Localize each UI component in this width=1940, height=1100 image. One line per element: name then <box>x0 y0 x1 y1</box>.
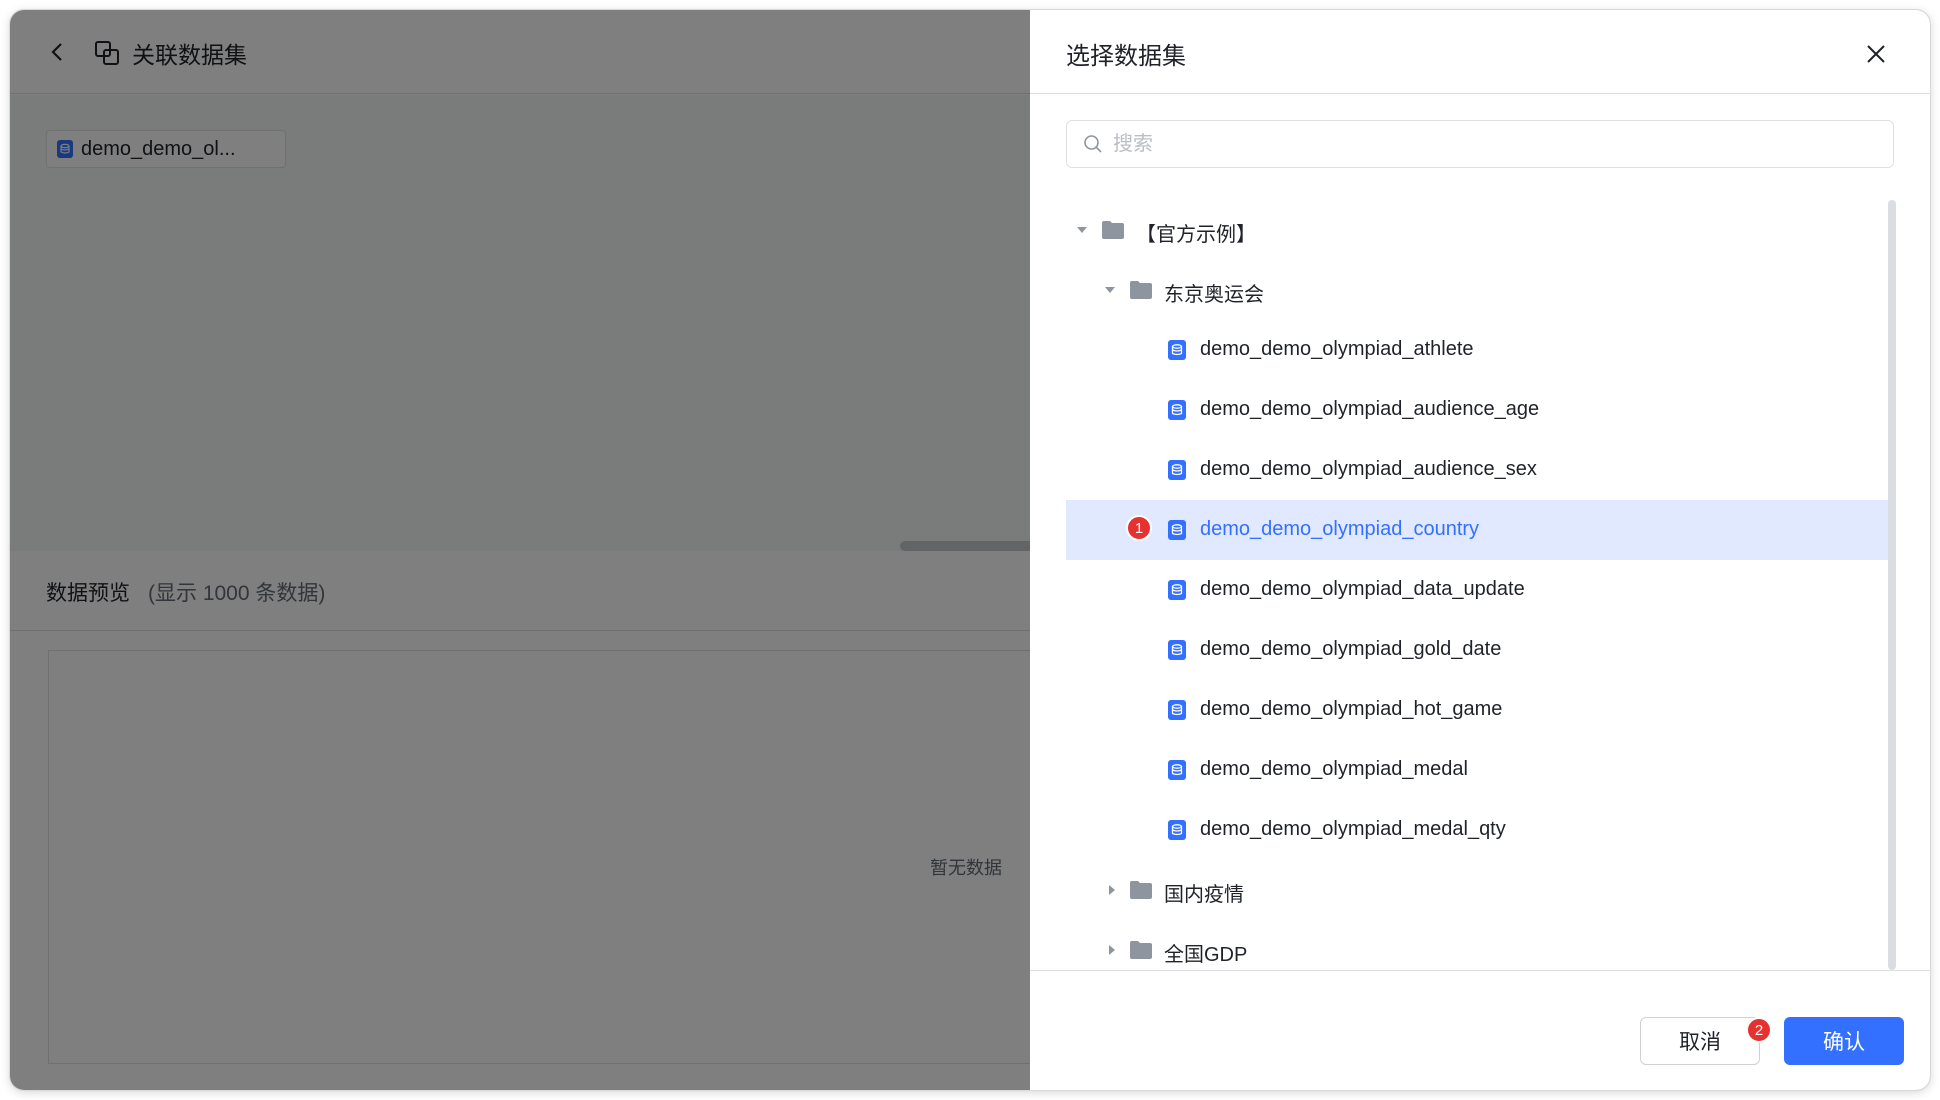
tree-vertical-scrollbar[interactable] <box>1888 200 1896 970</box>
tree-dataset-item-selected[interactable]: demo_demo_olympiad_country <box>1066 500 1888 560</box>
search-input[interactable] <box>1113 132 1873 156</box>
folder-label: 国内疫情 <box>1164 884 1244 906</box>
tree-dataset-item[interactable]: demo_demo_olympiad_data_update <box>1066 560 1888 620</box>
dataset-label: demo_demo_olympiad_medal_qty <box>1200 818 1506 840</box>
caret-down-icon[interactable] <box>1076 224 1088 236</box>
folder-label: 东京奥运会 <box>1164 284 1264 306</box>
tree-folder-domestic-epidemic[interactable]: 国内疫情 <box>1066 860 1888 920</box>
dataset-icon <box>1168 460 1186 480</box>
folder-icon <box>1130 281 1152 299</box>
dataset-search-box[interactable] <box>1066 120 1894 168</box>
tree-dataset-item[interactable]: demo_demo_olympiad_audience_age <box>1066 380 1888 440</box>
folder-label: 全国GDP <box>1164 944 1248 966</box>
search-icon <box>1084 135 1102 153</box>
step-marker-2: 2 <box>1746 1017 1772 1043</box>
dataset-label: demo_demo_olympiad_hot_game <box>1200 698 1503 720</box>
caret-right-icon[interactable] <box>1106 944 1118 956</box>
folder-icon <box>1102 221 1124 239</box>
tree-folder-official-examples[interactable]: 【官方示例】 <box>1066 200 1888 260</box>
drawer-title: 选择数据集 <box>1066 43 1186 70</box>
dataset-icon <box>1168 520 1186 540</box>
tree-dataset-item[interactable]: demo_demo_olympiad_athlete <box>1066 320 1888 380</box>
drawer-header: 选择数据集 <box>1030 10 1930 94</box>
dataset-label: demo_demo_olympiad_gold_date <box>1200 638 1502 660</box>
dataset-label: demo_demo_olympiad_athlete <box>1200 338 1474 360</box>
dataset-label: demo_demo_olympiad_audience_sex <box>1200 458 1537 480</box>
dataset-label: demo_demo_olympiad_country <box>1200 518 1480 540</box>
dataset-label: demo_demo_olympiad_data_update <box>1200 578 1525 600</box>
tree-dataset-item[interactable]: demo_demo_olympiad_hot_game <box>1066 680 1888 740</box>
dataset-icon <box>1168 820 1186 840</box>
close-icon[interactable] <box>1864 42 1888 66</box>
dataset-icon <box>1168 760 1186 780</box>
app-window: 关联数据集 demo_demo_ol... 数据预览 (显示 1000 条数据)… <box>10 10 1930 1090</box>
dataset-tree: 【官方示例】 东京奥运会 demo_demo_olympiad_athlete … <box>1066 200 1888 970</box>
tree-dataset-item[interactable]: demo_demo_olympiad_gold_date <box>1066 620 1888 680</box>
dataset-icon <box>1168 340 1186 360</box>
dataset-icon <box>1168 700 1186 720</box>
dataset-label: demo_demo_olympiad_medal <box>1200 758 1468 780</box>
drawer-footer: 取消 确认 <box>1030 970 1930 1090</box>
dataset-icon <box>1168 640 1186 660</box>
cancel-button[interactable]: 取消 <box>1640 1017 1760 1065</box>
caret-down-icon[interactable] <box>1104 284 1116 296</box>
folder-icon <box>1130 881 1152 899</box>
tree-folder-tokyo-olympics[interactable]: 东京奥运会 <box>1066 260 1888 320</box>
confirm-button[interactable]: 确认 <box>1784 1017 1904 1065</box>
folder-icon <box>1130 941 1152 959</box>
select-dataset-drawer: 选择数据集 【官方示例】 东京奥运会 <box>1030 10 1930 1090</box>
folder-label: 【官方示例】 <box>1136 224 1256 246</box>
step-marker-1: 1 <box>1126 515 1152 541</box>
tree-dataset-item[interactable]: demo_demo_olympiad_medal_qty <box>1066 800 1888 860</box>
dataset-icon <box>1168 400 1186 420</box>
tree-dataset-item[interactable]: demo_demo_olympiad_audience_sex <box>1066 440 1888 500</box>
tree-dataset-item[interactable]: demo_demo_olympiad_medal <box>1066 740 1888 800</box>
dataset-label: demo_demo_olympiad_audience_age <box>1200 398 1540 420</box>
caret-right-icon[interactable] <box>1106 884 1118 896</box>
dataset-icon <box>1168 580 1186 600</box>
